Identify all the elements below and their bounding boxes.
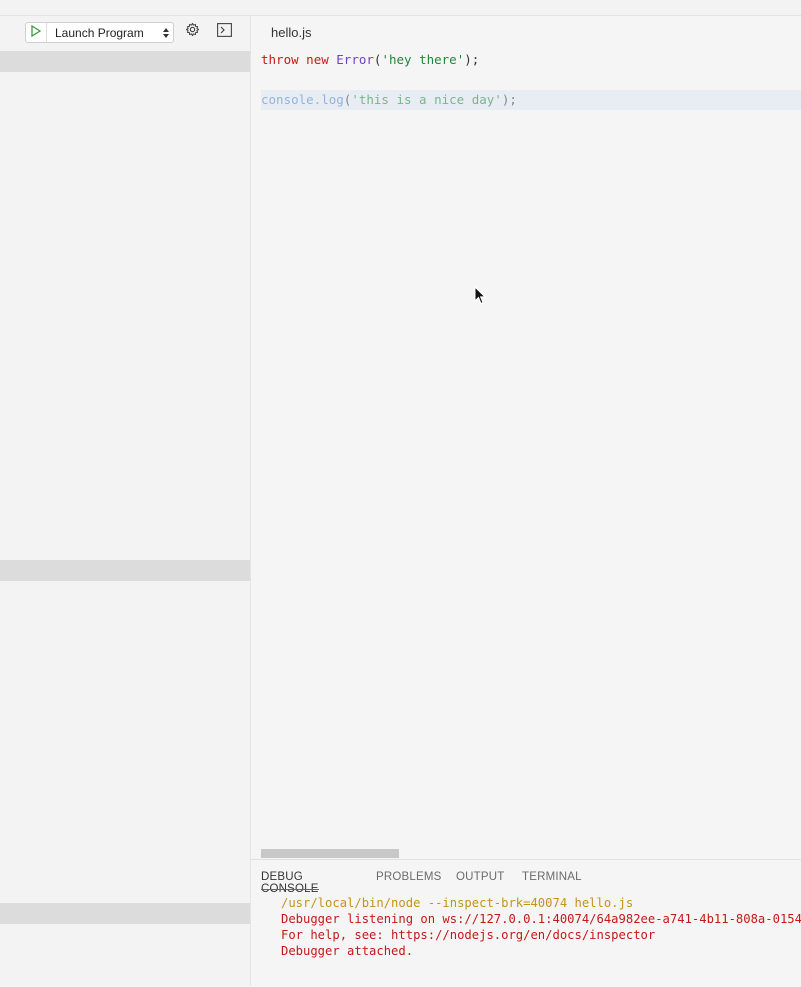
code-editor[interactable]: throw new Error('hey there'); console.log…: [261, 50, 801, 110]
variables-section-header[interactable]: [0, 51, 250, 72]
code-line[interactable]: console.log('this is a nice day');: [261, 90, 801, 110]
code-token: console.log: [261, 92, 344, 107]
horizontal-scrollbar[interactable]: [261, 849, 399, 858]
play-icon: [31, 24, 42, 42]
gear-icon: [185, 22, 200, 42]
code-token: 'this is a nice day': [351, 92, 502, 107]
tab-hello-js[interactable]: hello.js: [261, 16, 321, 49]
editor-area[interactable]: hello.js throw new Error('hey there'); co…: [251, 16, 801, 858]
debug-console-output[interactable]: /usr/local/bin/node --inspect-brk=40074 …: [281, 895, 801, 959]
console-line: Debugger attached.: [281, 944, 414, 958]
open-launch-json-button[interactable]: [184, 22, 200, 42]
debug-sidebar: Launch Program: [0, 16, 251, 986]
code-token: 'hey there': [381, 52, 465, 67]
start-debugging-button[interactable]: [26, 23, 47, 42]
panel-tab-problems[interactable]: PROBLEMS: [376, 871, 442, 883]
code-token: new: [306, 52, 329, 67]
code-token: );: [501, 92, 517, 107]
code-line[interactable]: [261, 70, 801, 90]
watch-section-header[interactable]: [0, 560, 250, 581]
panel-tab-output[interactable]: OUTPUT: [456, 871, 504, 883]
console-line: Debugger listening on ws://127.0.0.1:400…: [281, 912, 801, 926]
code-token: Error: [336, 52, 374, 67]
code-line[interactable]: throw new Error('hey there');: [261, 50, 801, 70]
launch-config-label: Launch Program: [55, 26, 144, 40]
console-line: /usr/local/bin/node --inspect-brk=40074 …: [281, 896, 634, 910]
panel-tab-terminal[interactable]: TERMINAL: [522, 871, 582, 883]
bottom-panel: DEBUG CONSOLE PROBLEMS OUTPUT TERMINAL /usr…: [251, 859, 801, 987]
code-token: throw: [261, 52, 299, 67]
debug-toolbar: Launch Program: [0, 16, 250, 50]
mouse-pointer-icon: [474, 285, 487, 310]
code-token: );: [464, 52, 480, 67]
panel-tab-debug-console[interactable]: DEBUG CONSOLE: [261, 871, 319, 895]
debug-console-toggle-button[interactable]: [216, 22, 232, 42]
terminal-icon: [216, 22, 232, 42]
call-stack-section-header[interactable]: [0, 903, 250, 924]
select-arrows-icon: [163, 26, 169, 38]
title-bar: [0, 0, 801, 16]
launch-config-select[interactable]: Launch Program: [25, 22, 174, 43]
console-line: For help, see: https://nodejs.org/en/doc…: [281, 928, 656, 942]
